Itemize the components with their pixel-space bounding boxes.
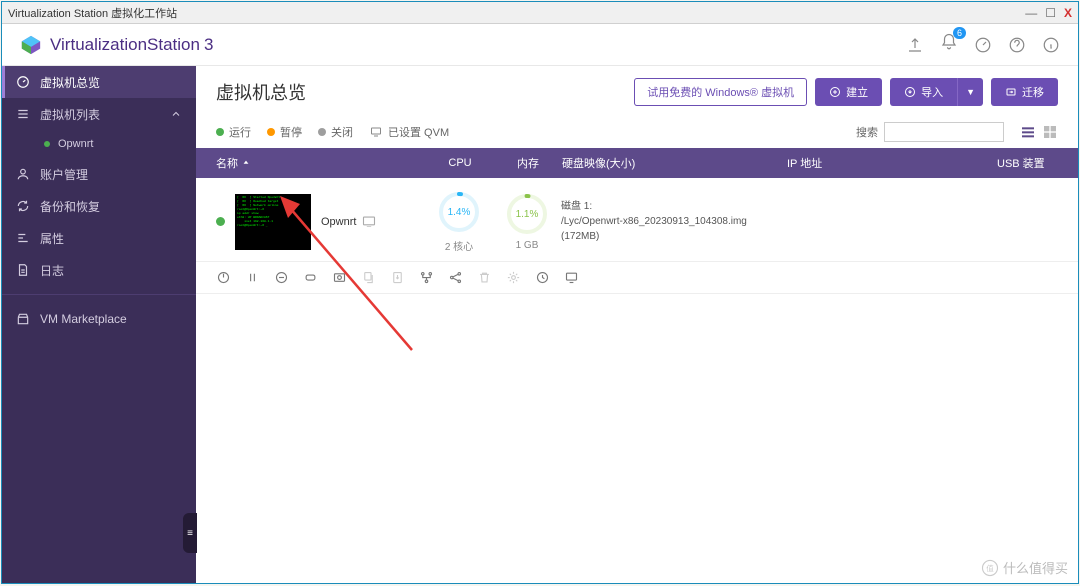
sidebar-item-marketplace[interactable]: VM Marketplace — [2, 303, 196, 335]
th-mem[interactable]: 内存 — [494, 155, 562, 171]
console-icon[interactable] — [274, 270, 289, 285]
export-icon[interactable] — [390, 270, 405, 285]
status-dot-icon — [44, 141, 50, 147]
import-button-label: 导入 — [921, 84, 943, 100]
window-minimize-button[interactable]: — — [1025, 6, 1037, 20]
disk-info: 磁盘 1: /Lyc/Openwrt-x86_20230913_104308.i… — [561, 199, 786, 244]
window-maximize-button[interactable]: ☐ — [1045, 6, 1056, 20]
create-button[interactable]: 建立 — [815, 78, 882, 106]
sidebar-item-label: 账户管理 — [40, 166, 88, 183]
status-paused: 暂停 — [267, 124, 302, 140]
dashboard-icon[interactable] — [974, 36, 992, 54]
sort-asc-icon — [242, 159, 250, 167]
user-icon — [16, 167, 30, 181]
mem-gauge: 1.1% — [505, 192, 549, 236]
th-cpu[interactable]: CPU — [426, 157, 494, 169]
mem-value: 1.1% — [505, 192, 549, 236]
pause-icon[interactable] — [245, 270, 260, 285]
mem-label: 1 GB — [516, 240, 539, 251]
share-icon[interactable] — [448, 270, 463, 285]
sidebar-subitem-vm[interactable]: Opwnrt — [2, 130, 196, 158]
svg-text:值: 值 — [986, 563, 994, 573]
sidebar-item-backup[interactable]: 备份和恢复 — [2, 190, 196, 222]
refresh-icon — [16, 199, 30, 213]
search-label: 搜索 — [856, 124, 878, 140]
cpu-gauge: 1.4% — [437, 190, 481, 234]
network-icon[interactable] — [419, 270, 434, 285]
clone-icon[interactable] — [361, 270, 376, 285]
th-disk[interactable]: 硬盘映像(大小) — [562, 155, 787, 171]
sidebar-item-label: 备份和恢复 — [40, 198, 100, 215]
delete-icon[interactable] — [477, 270, 492, 285]
page-title: 虚拟机总览 — [216, 79, 306, 105]
grid-view-icon[interactable] — [1042, 124, 1058, 140]
plus-circle-icon — [829, 86, 841, 98]
history-icon[interactable] — [535, 270, 550, 285]
th-name[interactable]: 名称 — [216, 155, 238, 171]
sidebar-item-accounts[interactable]: 账户管理 — [2, 158, 196, 190]
sidebar-item-overview[interactable]: 虚拟机总览 — [2, 66, 196, 98]
vm-thumbnail[interactable]: [ OK ] Started OpenWrt [ OK ] Reached ta… — [235, 194, 311, 250]
file-icon — [16, 263, 30, 277]
info-icon[interactable] — [1042, 36, 1060, 54]
sidebar-item-vmlist[interactable]: 虚拟机列表 — [2, 98, 196, 130]
sidebar-item-label: 属性 — [40, 230, 64, 247]
sliders-icon — [16, 231, 30, 245]
migrate-icon — [1005, 86, 1017, 98]
status-stopped: 关闭 — [318, 124, 353, 140]
watermark-icon: 值 — [981, 559, 999, 577]
app-header: VirtualizationStation3 6 — [2, 24, 1078, 66]
window-title: Virtualization Station 虚拟化工作站 — [8, 5, 177, 21]
cpu-value: 1.4% — [437, 190, 481, 234]
store-icon — [16, 312, 30, 326]
gauge-icon — [16, 75, 30, 89]
import-button[interactable]: 导入 — [890, 78, 957, 106]
search-input[interactable] — [884, 122, 1004, 142]
sidebar-subitem-label: Opwnrt — [58, 138, 93, 150]
sidebar: 虚拟机总览 虚拟机列表 Opwnrt 账户管理 备份和恢复 属性 — [2, 66, 196, 583]
cpu-label: 2 核心 — [445, 238, 473, 253]
power-icon[interactable] — [216, 270, 231, 285]
app-title: VirtualizationStation3 — [50, 35, 213, 55]
snapshot-icon[interactable] — [332, 270, 347, 285]
window-titlebar: Virtualization Station 虚拟化工作站 — ☐ X — [2, 2, 1078, 24]
create-button-label: 建立 — [846, 84, 868, 100]
list-icon — [16, 107, 30, 121]
vm-status-dot-icon — [216, 217, 225, 226]
status-qvm: 已设置 QVM — [369, 124, 449, 140]
upload-icon[interactable] — [906, 36, 924, 54]
display-icon[interactable] — [564, 270, 579, 285]
sidebar-item-logs[interactable]: 日志 — [2, 254, 196, 286]
table-header: 名称 CPU 内存 硬盘映像(大小) IP 地址 USB 装置 — [196, 148, 1078, 178]
import-dropdown-button[interactable]: ▼ — [957, 78, 983, 106]
table-row[interactable]: [ OK ] Started OpenWrt [ OK ] Reached ta… — [196, 178, 1078, 262]
monitor-icon — [369, 126, 383, 138]
sidebar-item-label: 日志 — [40, 262, 64, 279]
import-icon — [904, 86, 916, 98]
settings-icon[interactable] — [506, 270, 521, 285]
th-ip[interactable]: IP 地址 — [787, 155, 997, 171]
sidebar-item-label: 虚拟机总览 — [40, 74, 100, 91]
sidebar-item-label: 虚拟机列表 — [40, 106, 100, 123]
th-usb[interactable]: USB 装置 — [997, 155, 1058, 171]
qvm-badge-icon — [362, 216, 376, 227]
vm-name: Opwnrt — [321, 216, 356, 228]
vm-toolbar — [196, 262, 1078, 294]
migrate-button[interactable]: 迁移 — [991, 78, 1058, 106]
sidebar-collapse-button[interactable]: ≡ — [183, 513, 197, 553]
try-windows-button[interactable]: 试用免费的 Windows® 虚拟机 — [634, 78, 807, 106]
sidebar-item-properties[interactable]: 属性 — [2, 222, 196, 254]
sidebar-item-label: VM Marketplace — [40, 312, 127, 326]
main-content: 虚拟机总览 试用免费的 Windows® 虚拟机 建立 导入 ▼ — [196, 66, 1078, 583]
window-close-button[interactable]: X — [1064, 6, 1072, 20]
notification-badge: 6 — [953, 27, 966, 39]
help-icon[interactable] — [1008, 36, 1026, 54]
chevron-up-icon — [170, 108, 182, 120]
migrate-button-label: 迁移 — [1022, 84, 1044, 100]
list-view-icon[interactable] — [1020, 124, 1036, 140]
watermark: 值 什么值得买 — [981, 558, 1068, 577]
app-logo-icon — [20, 34, 42, 56]
info-icon[interactable] — [303, 270, 318, 285]
status-running: 运行 — [216, 124, 251, 140]
